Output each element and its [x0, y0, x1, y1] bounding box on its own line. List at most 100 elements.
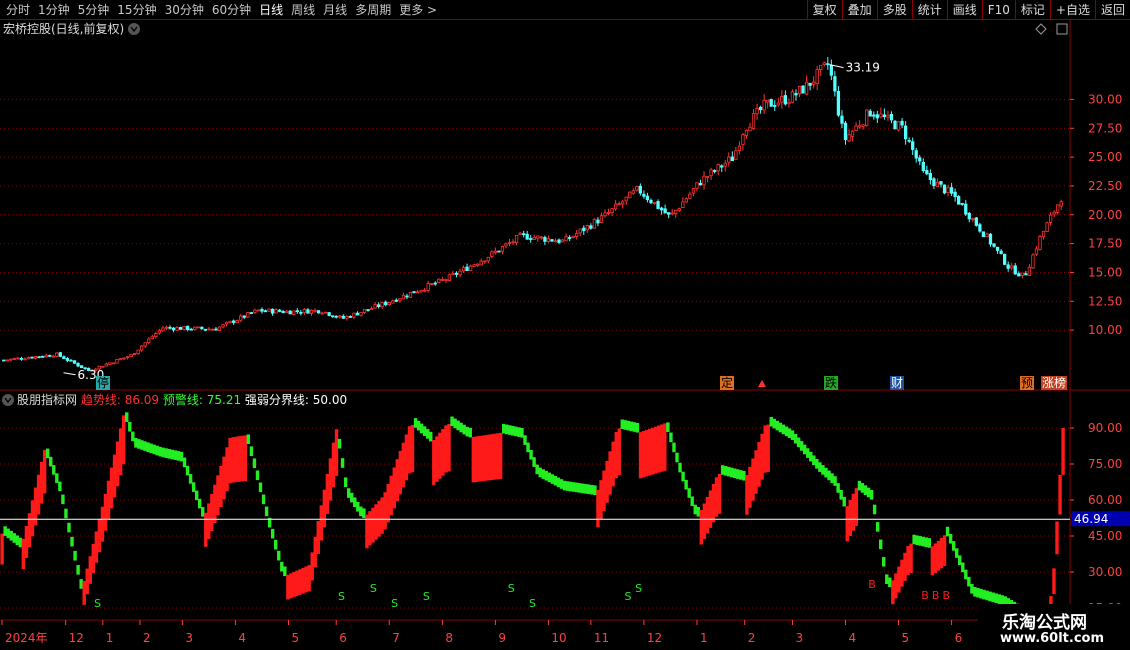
ribbon-bar — [283, 566, 287, 577]
candle-body — [476, 263, 480, 266]
candle-body — [603, 212, 607, 217]
chart-svg[interactable]: 30.00 27.50 25.00 22.50 20.00 17.50 15.00 12.50… — [0, 20, 1130, 650]
candle-body — [175, 327, 179, 331]
x-tick-label: 9 — [498, 631, 506, 645]
candle-body — [16, 357, 20, 360]
tool-button-3[interactable]: 统计 — [911, 0, 947, 20]
x-tick-label: 3 — [185, 631, 193, 645]
buy-signal-marker: B — [932, 589, 940, 602]
ribbon-bar — [587, 484, 591, 495]
ribbon-bar — [897, 566, 901, 593]
marker-die: 跌 — [825, 375, 837, 390]
ribbon-bar — [73, 550, 77, 561]
ribbon-bar — [708, 490, 713, 528]
period-tab-8[interactable]: 月线 — [319, 2, 351, 18]
candle-body — [773, 105, 777, 107]
ribbon-bar — [158, 446, 162, 457]
candle-body — [465, 266, 469, 271]
period-tab-3[interactable]: 15分钟 — [113, 2, 160, 18]
ribbon-bar — [240, 435, 244, 482]
candle-body — [316, 310, 321, 314]
candle-body — [309, 309, 314, 314]
ribbon-bar — [936, 540, 941, 571]
ribbon-bar — [42, 449, 47, 494]
ribbon-bar — [489, 434, 494, 481]
candle-body — [974, 217, 978, 226]
candle-body — [203, 328, 207, 331]
ribbon-bar — [3, 526, 7, 536]
period-tab-10[interactable]: 更多 > — [395, 2, 441, 18]
candle-body — [861, 124, 865, 127]
x-tick-label: 1 — [700, 631, 708, 645]
period-tab-2[interactable]: 5分钟 — [74, 2, 114, 18]
candle-body — [741, 134, 745, 146]
candle-body — [550, 239, 554, 242]
ribbon-bar — [325, 474, 330, 514]
x-tick-label: 1 — [106, 631, 114, 645]
tool-button-5[interactable]: F10 — [981, 0, 1015, 20]
ribbon-bar — [787, 428, 792, 439]
candle-body — [900, 120, 904, 126]
period-tab-7[interactable]: 周线 — [287, 2, 319, 18]
candle-body — [2, 359, 6, 362]
ribbon-bar — [179, 451, 184, 462]
candle-body — [819, 65, 823, 71]
x-tick-label: 2024年 — [5, 631, 48, 645]
candle-body — [288, 310, 292, 315]
candle-body — [776, 102, 780, 106]
ribbon-bar — [204, 512, 208, 547]
candle-body — [260, 309, 264, 312]
period-tab-5[interactable]: 60分钟 — [208, 2, 255, 18]
ribbon-bar — [185, 465, 190, 476]
title-dropdown-icon[interactable] — [128, 23, 140, 35]
ribbon-bar — [778, 422, 783, 433]
candle-body — [1059, 201, 1063, 207]
period-tab-6[interactable]: 日线 — [255, 2, 287, 18]
ribbon-bar — [647, 428, 652, 476]
candle-body — [228, 320, 232, 323]
right-tools: 复权 叠加 多股 统计 画线 F10 标记 +自选 返回 — [806, 0, 1130, 20]
ribbon-bar — [806, 448, 810, 458]
candle-body — [270, 308, 275, 314]
ribbon-bar — [334, 429, 339, 476]
candle-body — [253, 309, 257, 314]
candle-body — [843, 122, 848, 141]
ribbon-bar — [152, 444, 156, 455]
candle-body — [33, 356, 38, 359]
candle-body — [352, 312, 356, 318]
warn-value: 75.21 — [203, 393, 241, 407]
tool-button-1[interactable]: 叠加 — [841, 0, 877, 20]
ribbon-bar — [684, 479, 688, 490]
candle-body — [147, 338, 151, 344]
tool-button-8[interactable]: 返回 — [1094, 0, 1130, 20]
tool-button-6[interactable]: 标记 — [1014, 0, 1050, 20]
ribbon-bar — [714, 477, 719, 517]
period-tab-1[interactable]: 1分钟 — [34, 2, 74, 18]
candle-body — [560, 239, 565, 243]
ribbon-bar — [307, 565, 311, 592]
tool-button-2[interactable]: 多股 — [876, 0, 912, 20]
ribbon-bar — [538, 467, 542, 478]
candle-body — [536, 235, 540, 239]
x-tick-label: 7 — [392, 631, 400, 645]
indicator-ribbon — [0, 412, 1065, 618]
period-tab-0[interactable]: 分时 — [2, 2, 34, 18]
ribbon-bar — [535, 464, 539, 475]
tool-button-7[interactable]: +自选 — [1049, 0, 1095, 20]
tool-button-4[interactable]: 画线 — [946, 0, 982, 20]
ribbon-bar — [626, 420, 631, 431]
candle-body — [713, 170, 717, 172]
candle-body — [76, 362, 80, 367]
indicator-dropdown-icon[interactable] — [2, 394, 14, 406]
candle-body — [320, 312, 324, 315]
marker-yu: 预 — [1021, 376, 1033, 390]
ribbon-bar — [848, 500, 852, 537]
candle-body — [1027, 266, 1032, 276]
ribbon-bar — [49, 456, 53, 467]
pane-toggle-button[interactable] — [1056, 23, 1068, 35]
period-tab-9[interactable]: 多周期 — [351, 2, 395, 18]
tool-button-0[interactable]: 复权 — [806, 0, 842, 20]
candle-body — [331, 315, 335, 318]
ribbon-bar — [623, 420, 628, 430]
period-tab-4[interactable]: 30分钟 — [161, 2, 208, 18]
